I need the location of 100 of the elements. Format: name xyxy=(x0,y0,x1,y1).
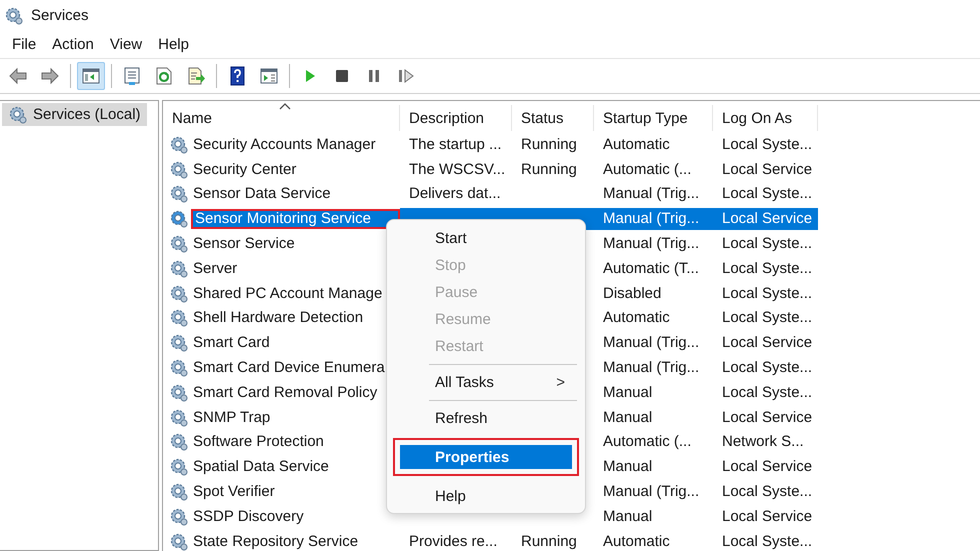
table-cell-text: Running xyxy=(520,134,578,155)
table-cell[interactable]: Sensor Service xyxy=(191,234,297,254)
table-cell[interactable]: Smart Card Device Enumera xyxy=(191,358,387,378)
table-cell-text: Local Syste... xyxy=(721,308,814,328)
menu-item[interactable]: Refresh xyxy=(393,406,579,431)
sort-icon xyxy=(279,103,291,110)
menu-item[interactable]: File xyxy=(4,34,44,54)
table-cell[interactable]: Shared PC Account Manage xyxy=(191,283,384,304)
column-header[interactable]: Name xyxy=(163,105,400,131)
table-cell[interactable]: Smart Card xyxy=(191,332,272,353)
table-cell-text: Local Syste... xyxy=(721,184,814,204)
column-header[interactable]: Status xyxy=(512,105,594,131)
table-cell-text: Provides re... xyxy=(408,532,498,551)
gear-icon xyxy=(169,432,188,452)
gear-icon xyxy=(169,209,188,228)
table-cell-text: Disabled xyxy=(602,284,662,304)
gear-icon xyxy=(169,382,188,402)
table-cell-text: Manual (Trig... xyxy=(602,234,700,254)
column-header[interactable]: Log On As xyxy=(713,105,818,131)
table-cell-text: Local Syste... xyxy=(721,134,814,155)
table-cell-text: Local Service xyxy=(721,333,814,354)
menu-item[interactable]: View xyxy=(102,34,150,54)
table-cell-text: Local Service xyxy=(721,457,814,478)
table-cell-text: Automatic (T... xyxy=(602,258,700,279)
menu-item[interactable]: Action xyxy=(44,34,102,54)
table-cell[interactable]: Security Center xyxy=(191,159,298,180)
table-cell-text: The startup ... xyxy=(408,134,503,155)
gear-icon xyxy=(169,308,188,328)
menu-item[interactable]: Properties xyxy=(393,438,579,476)
gear-icon xyxy=(169,532,188,551)
table-cell-text: Local Service xyxy=(721,506,814,527)
window-title: Services xyxy=(31,6,89,24)
table-cell-text: Local Syste... xyxy=(721,234,814,254)
properties-icon xyxy=(122,66,142,86)
gear-icon xyxy=(169,358,188,378)
table-cell[interactable]: Smart Card Removal Policy xyxy=(191,382,380,402)
tree-item[interactable]: Services (Local) xyxy=(2,103,147,126)
gear-icon xyxy=(169,506,188,526)
table-cell[interactable]: Sensor Data Service xyxy=(191,184,333,204)
column-header[interactable]: Startup Type xyxy=(594,105,713,131)
table-cell[interactable]: SNMP Trap xyxy=(191,407,272,428)
menu-item[interactable]: All Tasks > xyxy=(393,370,579,395)
gear-icon xyxy=(169,457,188,476)
table-cell-text: The WSCSV... xyxy=(408,160,506,180)
table-cell[interactable]: Shell Hardware Detection xyxy=(191,308,366,328)
gear-icon xyxy=(169,160,188,179)
table-cell-text: Network S... xyxy=(721,432,805,452)
table-cell-text: Manual xyxy=(602,382,654,403)
table-cell[interactable]: Spatial Data Service xyxy=(191,456,331,477)
table-cell-text: Delivers dat... xyxy=(408,184,502,204)
forward-arrow-icon xyxy=(40,66,60,86)
table-cell: Manual (Trig... xyxy=(594,208,713,230)
table-cell: Local Service xyxy=(713,208,818,230)
table-cell[interactable]: Sensor Monitoring Service xyxy=(191,208,400,229)
console-tree-icon xyxy=(81,66,101,86)
table-cell-text: Manual (Trig... xyxy=(602,184,700,204)
gear-icon xyxy=(169,134,188,154)
table-cell-text: Local Syste... xyxy=(721,532,814,551)
table-cell[interactable]: State Repository Service xyxy=(191,531,360,551)
refresh-icon xyxy=(154,66,174,86)
table-cell[interactable]: Server xyxy=(191,258,240,278)
gear-icon xyxy=(8,105,27,124)
menu-item[interactable]: Start xyxy=(393,226,579,251)
back-arrow-icon xyxy=(8,66,28,86)
table-cell-text: Local Syste... xyxy=(721,358,814,378)
services-icon xyxy=(4,6,23,24)
export-list-icon xyxy=(186,66,206,86)
table-cell-text: Manual xyxy=(602,408,654,428)
table-cell-text: Manual (Trig... xyxy=(602,333,700,354)
gear-icon xyxy=(169,234,188,254)
resume-icon xyxy=(396,66,416,86)
submenu-arrow: > xyxy=(556,374,565,391)
table-cell-text: Manual xyxy=(602,457,654,478)
table-cell-text: Local Syste... xyxy=(721,482,814,502)
table-cell[interactable]: Spot Verifier xyxy=(191,482,277,502)
table-cell-text: Local Service xyxy=(721,408,814,428)
gear-icon xyxy=(169,284,188,303)
gear-icon xyxy=(169,184,188,204)
table-cell-text: Local Service xyxy=(721,160,814,180)
table-cell-text: Local Syste... xyxy=(721,284,814,304)
table-cell-text: Running xyxy=(520,160,578,180)
table-cell-text: Manual xyxy=(602,506,654,527)
table-cell[interactable]: Security Accounts Manager xyxy=(191,134,378,154)
table-cell-text: Local Syste... xyxy=(721,382,814,403)
table-cell-text: Running xyxy=(520,532,578,551)
gear-icon xyxy=(169,408,188,427)
table-cell-text: Automatic (... xyxy=(602,432,692,452)
gear-icon xyxy=(169,333,188,352)
table-cell[interactable]: Software Protection xyxy=(191,432,326,452)
table-cell-text: Local Syste... xyxy=(721,258,814,279)
table-cell-text: Manual (Trig... xyxy=(602,482,700,502)
menu-item[interactable]: Help xyxy=(150,34,197,54)
table-cell-text: Automatic xyxy=(602,134,671,155)
table-cell-text: Automatic xyxy=(602,308,671,328)
column-header[interactable]: Description xyxy=(400,105,512,131)
action-pane-icon xyxy=(259,66,279,86)
table-cell[interactable]: SSDP Discovery xyxy=(191,506,306,526)
gear-icon xyxy=(169,258,188,278)
menu-item[interactable]: Help xyxy=(393,484,579,509)
table-cell-text: Automatic (... xyxy=(602,160,692,180)
